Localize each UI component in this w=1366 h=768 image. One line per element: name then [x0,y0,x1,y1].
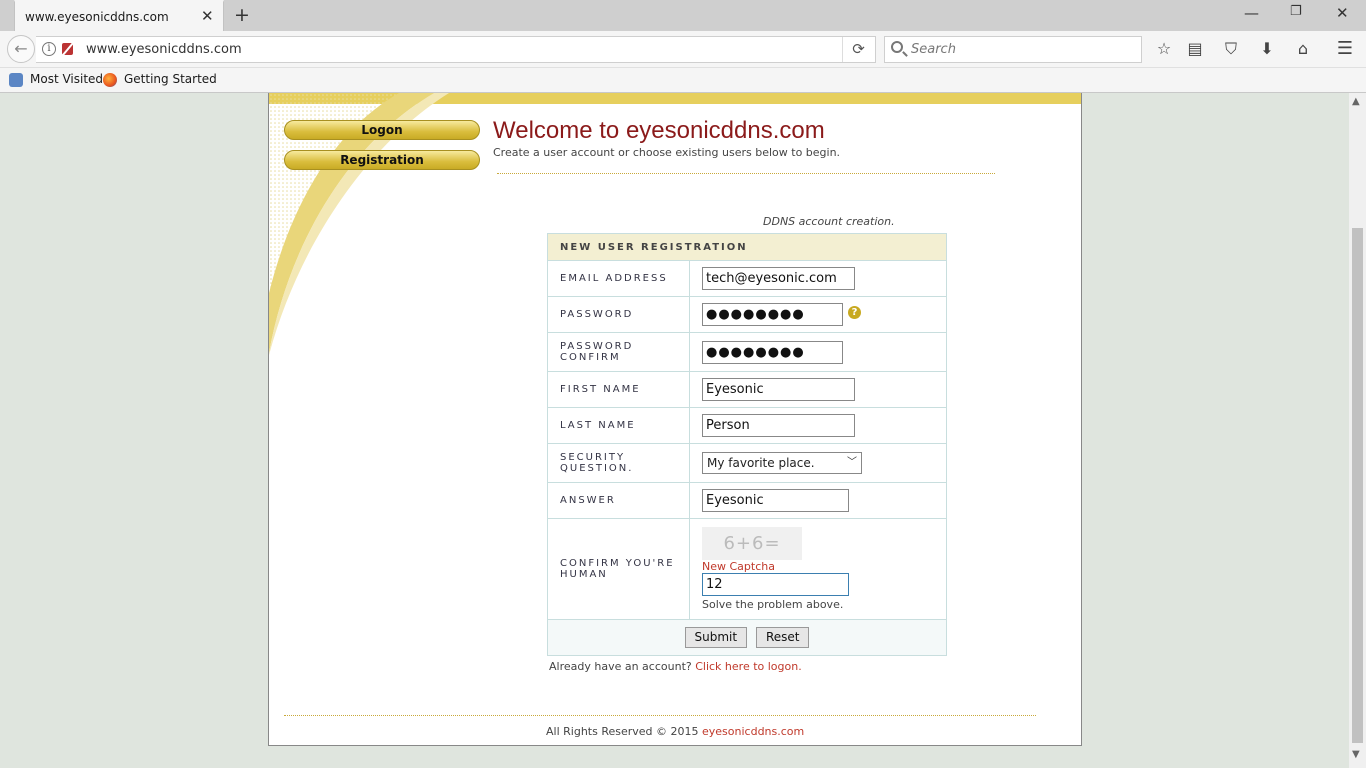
logon-button[interactable]: Logon [284,120,480,140]
minimize-icon[interactable]: — [1244,4,1259,22]
most-visited-icon [9,73,23,87]
password-help-icon[interactable]: ? [848,306,861,319]
registration-form: NEW USER REGISTRATION EMAIL ADDRESS tech… [547,233,947,656]
security-question-label: SECURITY QUESTION. [547,443,690,483]
url-bar[interactable]: i www.eyesonicddns.com ⟳ [36,36,876,63]
url-text[interactable]: www.eyesonicddns.com [86,42,242,57]
tab-title: www.eyesonicddns.com [25,10,169,24]
submit-button[interactable]: Submit [684,627,748,648]
back-arrow-icon[interactable]: ← [7,35,35,63]
password-label: PASSWORD [547,296,690,333]
bookmark-star-icon[interactable]: ☆ [1153,38,1175,60]
pocket-icon[interactable]: ⛉ [1220,38,1242,60]
security-question-label-line1: SECURITY [560,452,626,463]
answer-label: ANSWER [547,482,690,519]
first-name-field[interactable]: Eyesonic [702,378,855,401]
insecure-lock-icon[interactable] [62,43,73,55]
password-confirm-label: PASSWORD CONFIRM [547,332,690,372]
header-divider [497,173,995,174]
captcha-hint: Solve the problem above. [702,598,844,611]
existing-account-question: Already have an account? [549,660,692,673]
footer-site-link[interactable]: eyesonicddns.com [702,725,804,738]
chevron-down-icon: ﹀ [847,457,857,468]
last-name-label: LAST NAME [547,407,690,444]
bookmark-getting-started[interactable]: Getting Started [124,72,217,86]
email-field[interactable]: tech@eyesonic.com [702,267,855,290]
form-heading: NEW USER REGISTRATION [547,233,947,261]
menu-icon[interactable]: ☰ [1334,38,1356,60]
close-tab-icon[interactable]: ✕ [201,7,214,25]
security-question-value: My favorite place. [707,456,815,470]
password-confirm-field[interactable]: ●●●●●●●● [702,340,843,364]
navigation-bar: ← i www.eyesonicddns.com ⟳ Search ☆ ▤ ⛉ … [0,31,1366,68]
tab-bar: www.eyesonicddns.com ✕ + — ❐ ✕ [0,0,1366,31]
close-window-icon[interactable]: ✕ [1336,4,1349,22]
download-icon[interactable]: ⬇ [1256,38,1278,60]
email-label: EMAIL ADDRESS [547,260,690,297]
captcha-answer-field[interactable]: 12 [702,573,849,596]
vertical-scrollbar[interactable]: ▲ ▼ [1349,93,1366,768]
home-icon[interactable]: ⌂ [1292,38,1314,60]
password-field[interactable]: ●●●●●●●● [702,303,843,326]
reading-list-icon[interactable]: ▤ [1184,38,1206,60]
bookmarks-bar: Most Visited Getting Started [0,68,1366,93]
info-icon[interactable]: i [42,42,56,56]
firefox-icon [103,73,117,87]
password-confirm-label-line1: PASSWORD [560,341,634,352]
page-title: Welcome to eyesonicddns.com [493,117,825,144]
registration-button[interactable]: Registration [284,150,480,170]
browser-tab[interactable]: www.eyesonicddns.com ✕ [14,0,224,31]
existing-account-text: Already have an account? Click here to l… [549,660,802,673]
new-tab-icon[interactable]: + [234,4,250,26]
copyright-text: All Rights Reserved © 2015 [546,725,699,738]
scroll-down-icon[interactable]: ▼ [1352,749,1360,760]
new-captcha-link[interactable]: New Captcha [702,560,946,573]
reload-icon[interactable]: ⟳ [842,37,874,62]
logon-link[interactable]: Click here to logon. [695,660,802,673]
answer-field[interactable]: Eyesonic [702,489,849,512]
last-name-field[interactable]: Person [702,414,855,437]
footer-divider [284,715,1036,716]
form-caption: DDNS account creation. [763,215,895,228]
search-placeholder: Search [911,42,956,57]
captcha-image: 6+6= [702,527,802,560]
page-subtitle: Create a user account or choose existing… [493,146,841,159]
security-question-select[interactable]: My favorite place. ﹀ [702,452,862,474]
password-confirm-label-line2: CONFIRM [560,352,621,363]
search-input[interactable]: Search [884,36,1142,63]
reset-button[interactable]: Reset [755,627,810,648]
bookmark-most-visited[interactable]: Most Visited [30,72,103,86]
scroll-up-icon[interactable]: ▲ [1352,96,1360,107]
page-viewport: Logon Registration Welcome to eyesonicdd… [0,93,1349,768]
footer: All Rights Reserved © 2015 eyesonicddns.… [546,725,804,738]
scrollbar-thumb[interactable] [1352,228,1363,743]
search-icon [891,41,903,53]
first-name-label: FIRST NAME [547,371,690,408]
security-question-label-line2: QUESTION. [560,463,634,474]
confirm-human-label-line2: HUMAN [560,569,608,580]
restore-icon[interactable]: ❐ [1290,4,1302,19]
confirm-human-label: CONFIRM YOU'RE HUMAN [547,518,690,620]
page-container: Logon Registration Welcome to eyesonicdd… [268,93,1082,746]
confirm-human-label-line1: CONFIRM YOU'RE [560,558,675,569]
